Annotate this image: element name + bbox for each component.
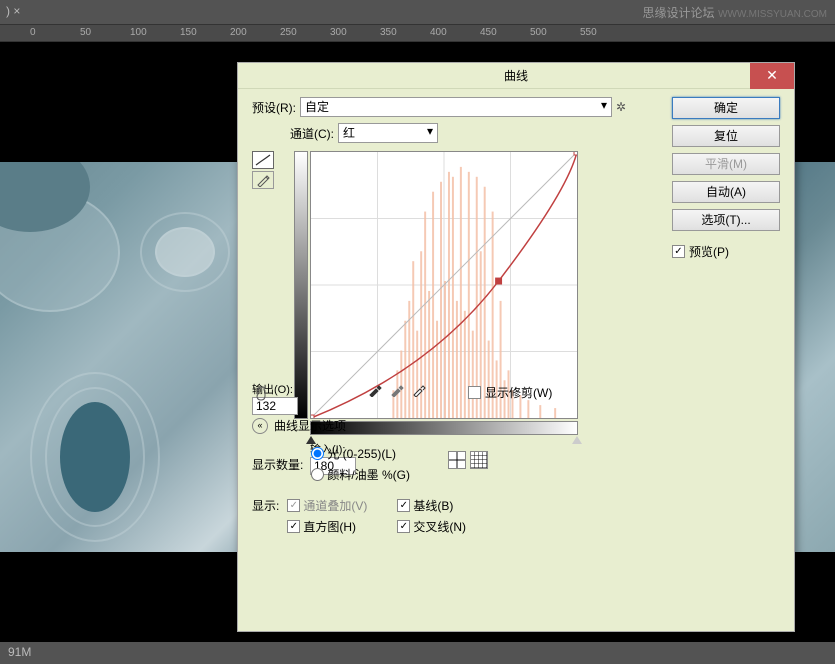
eyedrop-white-icon[interactable]: [412, 383, 426, 400]
close-icon[interactable]: ✕: [750, 63, 794, 89]
smooth-button: 平滑(M): [672, 153, 780, 175]
auto-button[interactable]: 自动(A): [672, 181, 780, 203]
app-titlebar: ) × 思缘设计论坛 WWW.MISSYUAN.COM: [0, 0, 835, 24]
white-point-slider[interactable]: [572, 436, 582, 444]
close-doc-icon[interactable]: ) ×: [6, 4, 20, 18]
baseline-checkbox[interactable]: 基线(B): [397, 497, 466, 514]
options-button[interactable]: 选项(T)...: [672, 209, 780, 231]
show-label: 显示:: [252, 497, 279, 514]
preset-select[interactable]: 自定▾: [300, 97, 612, 117]
collapse-icon[interactable]: «: [252, 418, 268, 434]
histogram-checkbox[interactable]: 直方图(H): [287, 518, 367, 535]
grid-simple-icon[interactable]: [448, 451, 466, 469]
pigment-radio[interactable]: 颜料/油墨 %(G): [311, 466, 410, 483]
eyedrop-black-icon[interactable]: [368, 383, 382, 400]
reset-button[interactable]: 复位: [672, 125, 780, 147]
light-radio[interactable]: 光 (0-255)(L): [311, 445, 410, 462]
gear-icon[interactable]: ✲: [616, 100, 630, 114]
preview-checkbox[interactable]: 预览(P): [672, 243, 780, 260]
ok-button[interactable]: 确定: [672, 97, 780, 119]
memory-text: 91M: [8, 645, 31, 659]
show-clip-checkbox[interactable]: 显示修剪(W): [468, 384, 552, 401]
grid-detailed-icon[interactable]: [470, 451, 488, 469]
channel-overlay-checkbox[interactable]: 通道叠加(V): [287, 497, 367, 514]
curve-tool-icon[interactable]: [252, 151, 274, 169]
status-bar: 91M: [0, 642, 835, 664]
curves-dialog: 曲线 ✕ 预设(R): 自定▾ ✲ 通道(C): 红▾ 确定 复位 平滑(M) …: [237, 62, 795, 632]
preset-label: 预设(R):: [252, 99, 296, 116]
dialog-titlebar[interactable]: 曲线 ✕: [238, 63, 794, 89]
channel-label: 通道(C):: [290, 125, 334, 142]
channel-select[interactable]: 红▾: [338, 123, 438, 143]
intersection-checkbox[interactable]: 交叉线(N): [397, 518, 466, 535]
pencil-tool-icon[interactable]: [252, 171, 274, 189]
eyedrop-gray-icon[interactable]: [390, 383, 404, 400]
curve-graph[interactable]: [310, 151, 578, 419]
amount-label: 显示数量:: [252, 456, 303, 473]
dialog-title-text: 曲线: [504, 69, 528, 83]
watermark-text: 思缘设计论坛 WWW.MISSYUAN.COM: [642, 4, 827, 21]
input-gradient: [310, 421, 578, 435]
display-options-label: 曲线显示选项: [274, 417, 346, 434]
hand-icon[interactable]: [252, 384, 272, 407]
output-gradient: [294, 151, 308, 419]
horizontal-ruler: 0 50 100 150 200 250 300 350 400 450 500…: [0, 24, 835, 42]
